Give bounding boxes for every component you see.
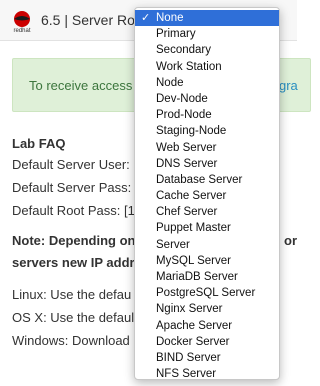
alert-text: To receive access xyxy=(29,78,133,93)
dropdown-option-label: Cache Server xyxy=(156,190,227,203)
dropdown-option[interactable]: Nginx Server xyxy=(135,301,279,317)
server-role-dropdown[interactable]: ✓ None Primary Secondary Work Station Node Dev… xyxy=(134,7,280,380)
dropdown-option-label: Puppet Master xyxy=(156,222,231,235)
dropdown-option[interactable]: Web Server xyxy=(135,140,279,156)
dropdown-option-label: Primary xyxy=(156,28,196,41)
dropdown-option[interactable]: NFS Server xyxy=(135,366,279,382)
dropdown-option-label: Docker Server xyxy=(156,335,230,348)
dropdown-option-label: None xyxy=(156,12,184,24)
dropdown-option-label: Server xyxy=(156,238,190,251)
dropdown-option[interactable]: Dev-Node xyxy=(135,91,279,107)
dropdown-option[interactable]: ✓ None xyxy=(135,10,279,27)
dropdown-option-label: DNS Server xyxy=(156,157,218,170)
dropdown-option[interactable]: Work Station xyxy=(135,59,279,75)
default-pass-line: Default Server Pass: xyxy=(12,180,132,195)
dropdown-option[interactable]: Node xyxy=(135,75,279,91)
svg-text:redhat: redhat xyxy=(13,28,30,34)
dropdown-option-label: Web Server xyxy=(156,141,217,154)
dropdown-option[interactable]: MariaDB Server xyxy=(135,269,279,285)
note-line-2: servers new IP addr xyxy=(12,255,135,270)
dropdown-option[interactable]: Prod-Node xyxy=(135,107,279,123)
dropdown-option[interactable]: BIND Server xyxy=(135,350,279,366)
dropdown-option[interactable]: DNS Server xyxy=(135,156,279,172)
dropdown-option-label: Database Server xyxy=(156,173,243,186)
dropdown-option-label: Node xyxy=(156,76,184,89)
dropdown-option[interactable]: Apache Server xyxy=(135,318,279,334)
dropdown-option-label: Staging-Node xyxy=(156,125,227,138)
dropdown-option[interactable]: Secondary xyxy=(135,42,279,58)
default-user-line: Default Server User: xyxy=(12,157,130,172)
dropdown-option-label: MariaDB Server xyxy=(156,271,238,283)
windows-line: Windows: Download xyxy=(12,333,130,348)
dropdown-option-label: Prod-Node xyxy=(156,109,212,122)
dropdown-option[interactable]: MySQL Server xyxy=(135,253,279,269)
page-title: 6.5 | Server Role xyxy=(41,12,139,28)
dropdown-option[interactable]: Server xyxy=(135,237,279,253)
dropdown-option[interactable]: Database Server xyxy=(135,172,279,188)
note-line-1-right: or xyxy=(284,233,297,248)
dropdown-option-label: NFS Server xyxy=(156,368,217,381)
dropdown-option-label: MySQL Server xyxy=(156,254,231,267)
note-line-1: Note: Depending on xyxy=(12,233,136,248)
dropdown-option-label: Nginx Server xyxy=(156,303,223,316)
dropdown-option[interactable]: Cache Server xyxy=(135,188,279,204)
dropdown-option-label: Work Station xyxy=(156,60,222,73)
redhat-logo-icon: redhat xyxy=(13,11,31,34)
dropdown-option[interactable]: PostgreSQL Server xyxy=(135,285,279,301)
dropdown-option-label: BIND Server xyxy=(156,351,221,364)
dropdown-option-label: Apache Server xyxy=(156,319,233,332)
osx-line: OS X: Use the defaul xyxy=(12,310,135,325)
linux-line: Linux: Use the defau xyxy=(12,287,132,302)
dropdown-option-label: Chef Server xyxy=(156,206,218,219)
alert-link[interactable]: gra xyxy=(279,78,298,93)
dropdown-option[interactable]: Staging-Node xyxy=(135,123,279,139)
checkmark-icon: ✓ xyxy=(141,12,151,24)
dropdown-option[interactable]: Puppet Master xyxy=(135,220,279,236)
dropdown-option[interactable]: Docker Server xyxy=(135,334,279,350)
dropdown-option[interactable]: Primary xyxy=(135,26,279,42)
faq-heading: Lab FAQ xyxy=(12,136,66,151)
dropdown-option[interactable]: Chef Server xyxy=(135,204,279,220)
dropdown-option-label: PostgreSQL Server xyxy=(156,287,256,300)
dropdown-option-label: Secondary xyxy=(156,44,211,57)
default-root-line: Default Root Pass: [1 xyxy=(12,203,135,218)
dropdown-option-label: Dev-Node xyxy=(156,92,208,105)
